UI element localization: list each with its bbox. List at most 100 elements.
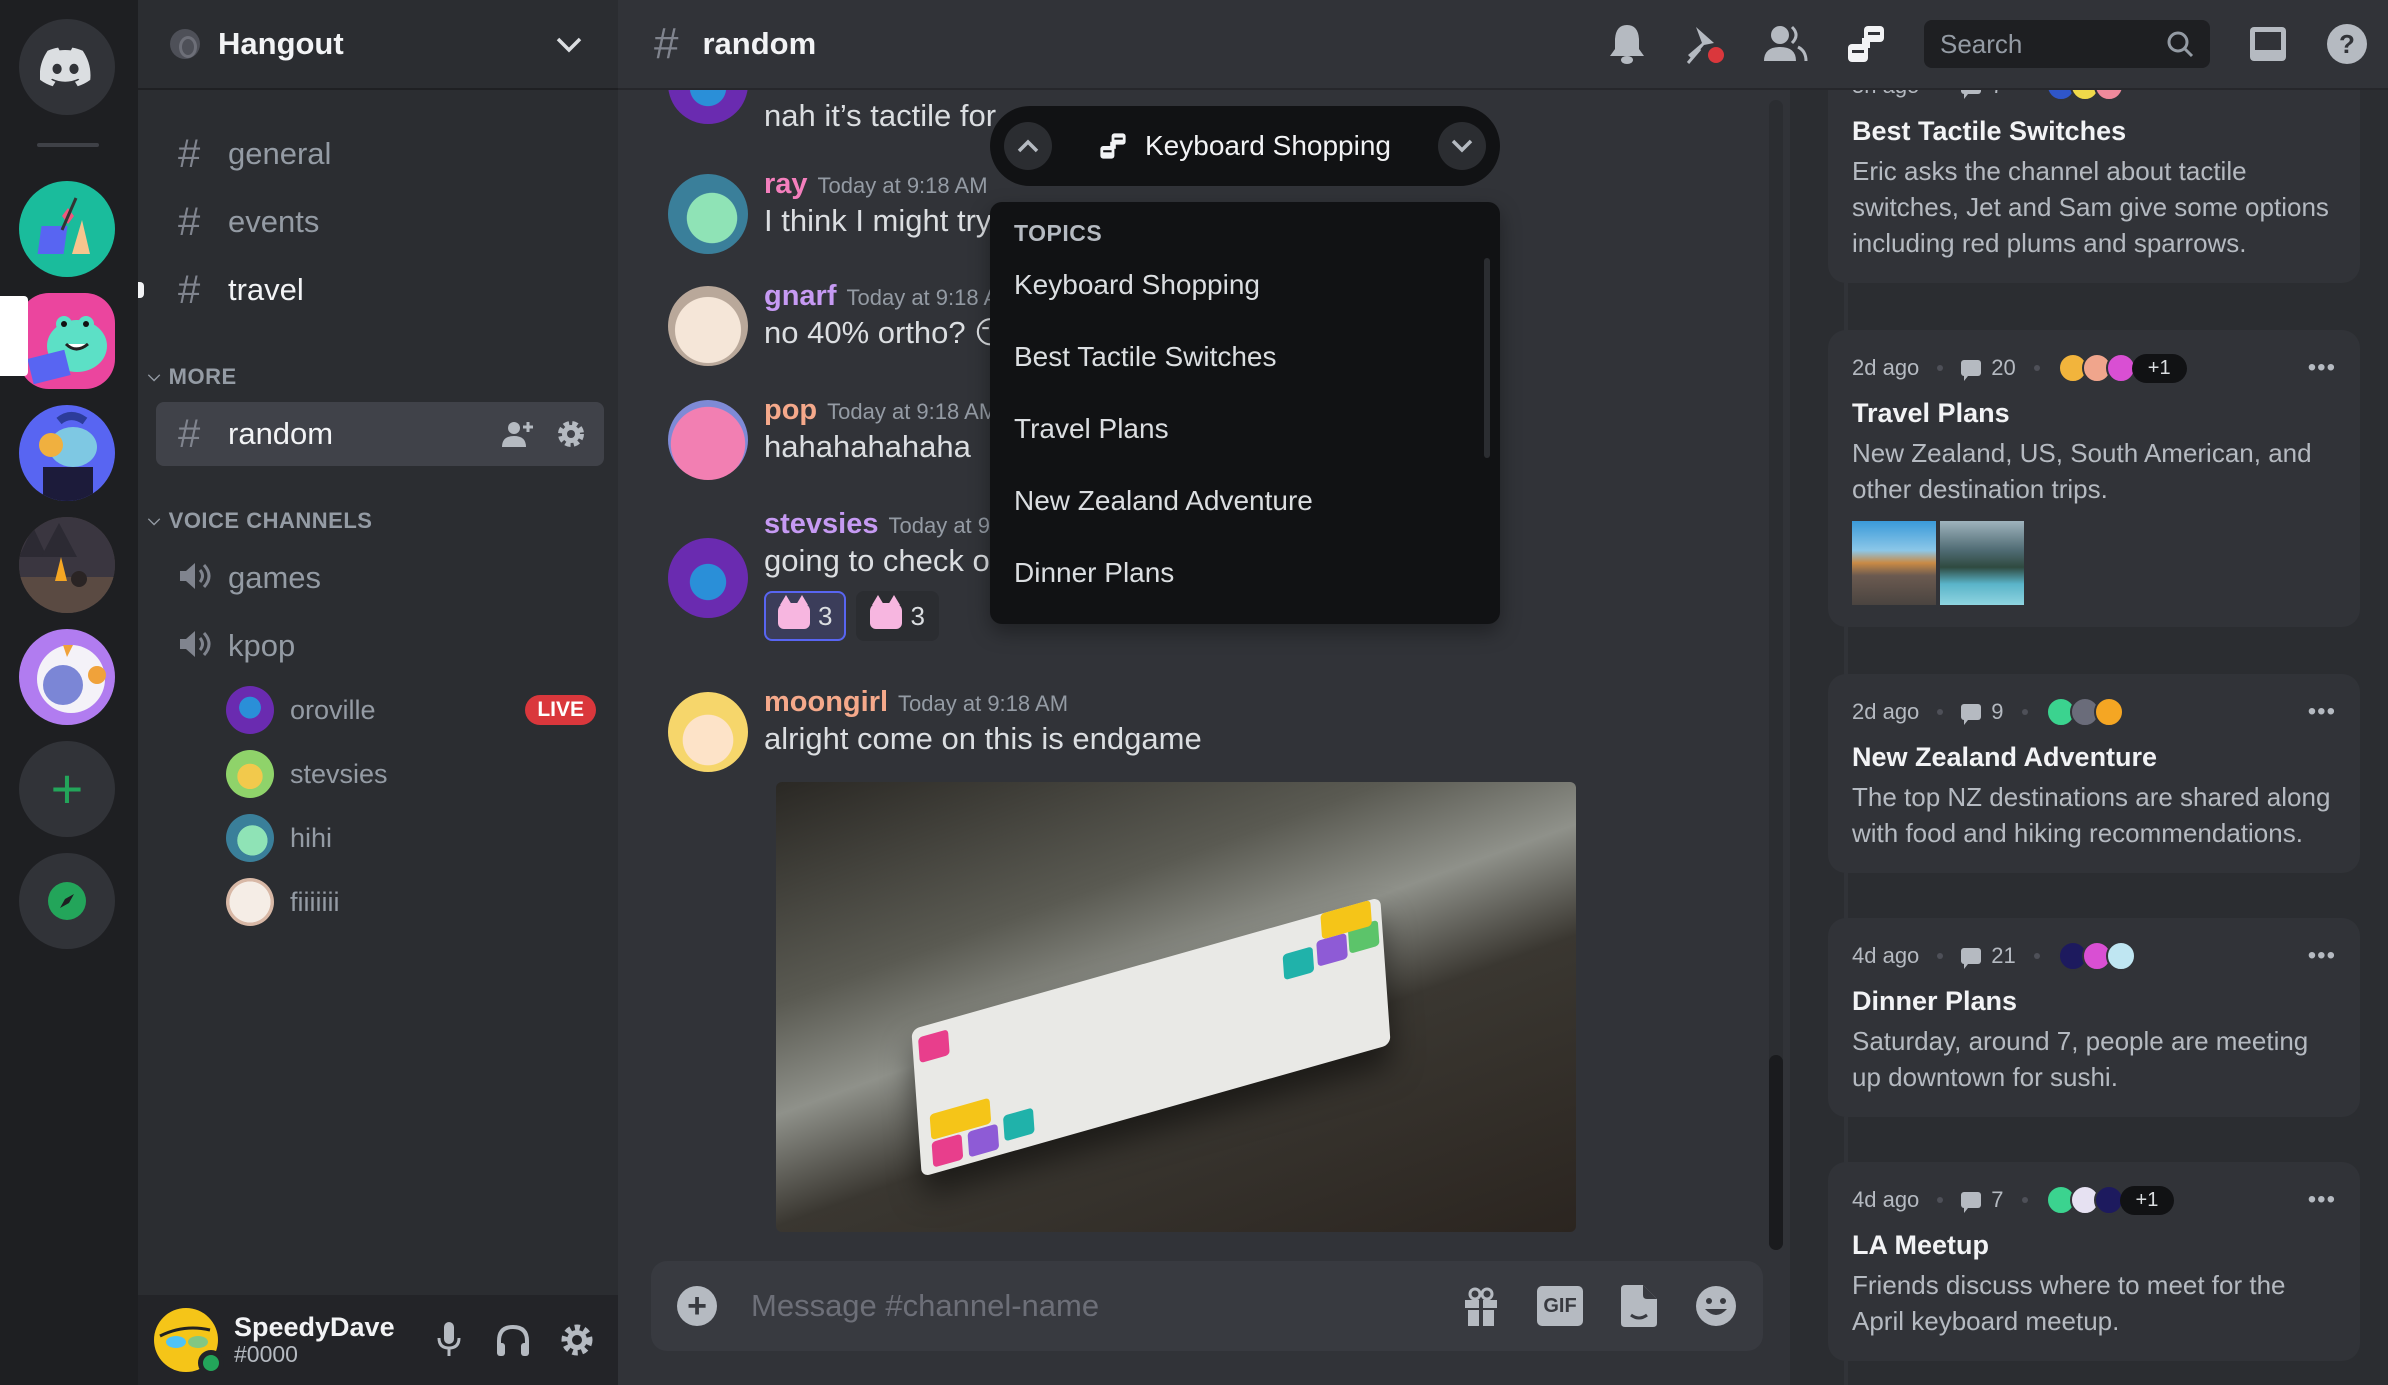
- message-author[interactable]: stevsies: [764, 508, 879, 540]
- chevron-down-icon: [556, 28, 582, 60]
- deafen-button[interactable]: [488, 1315, 538, 1365]
- gift-icon[interactable]: [1461, 1286, 1501, 1326]
- avatar[interactable]: [668, 400, 748, 480]
- user-avatar[interactable]: [154, 1308, 224, 1376]
- server-icon-4[interactable]: [19, 517, 115, 613]
- user-settings-button[interactable]: [552, 1315, 602, 1365]
- upload-button[interactable]: +: [677, 1286, 717, 1326]
- voice-user[interactable]: hihi: [226, 810, 596, 866]
- text-channel-icon: #: [178, 199, 201, 244]
- avatar[interactable]: [668, 538, 748, 618]
- voice-channel-kpop[interactable]: kpop: [156, 614, 604, 678]
- threads-icon[interactable]: [1846, 24, 1886, 64]
- threads-icon: [1100, 133, 1126, 159]
- bell-icon[interactable]: [1608, 23, 1646, 65]
- category-more[interactable]: ⌵ MORE: [148, 364, 237, 390]
- reaction-count: 3: [818, 600, 833, 631]
- inbox-icon[interactable]: [2248, 25, 2288, 63]
- chat-scrollbar[interactable]: [1769, 100, 1783, 1250]
- voice-user[interactable]: fiiiiiii: [226, 874, 596, 930]
- live-badge: LIVE: [525, 695, 596, 725]
- message-image-attachment[interactable]: [776, 782, 1576, 1232]
- pin-icon[interactable]: [1684, 23, 1726, 65]
- avatar: [226, 750, 274, 798]
- topics-heading: TOPICS: [1014, 220, 1103, 246]
- gear-icon[interactable]: [556, 419, 586, 449]
- road-thumbnail[interactable]: [1852, 521, 1936, 605]
- avatar: [2093, 90, 2124, 101]
- channel-name: events: [228, 204, 320, 239]
- next-topic-button[interactable]: [1438, 122, 1486, 170]
- emoji-icon[interactable]: [1695, 1285, 1737, 1327]
- topic-item[interactable]: Travel Plans: [1014, 409, 1476, 481]
- channel-general[interactable]: # general: [156, 122, 604, 186]
- more-options-icon[interactable]: •••: [2308, 1186, 2336, 1214]
- reaction-button[interactable]: 3: [764, 591, 847, 641]
- voice-user[interactable]: stevsies: [226, 746, 596, 802]
- server-icon-1[interactable]: [19, 181, 115, 277]
- message-author[interactable]: moongirl: [764, 686, 888, 718]
- summary-age: 5h ago: [1852, 90, 1919, 99]
- server-name: Hangout: [218, 26, 344, 61]
- avatar[interactable]: [668, 174, 748, 254]
- voice-channel-games[interactable]: games: [156, 546, 604, 610]
- topic-item[interactable]: Best Tactile Switches: [1014, 337, 1476, 409]
- more-options-icon[interactable]: •••: [2308, 942, 2336, 970]
- server-icon-3[interactable]: [19, 405, 115, 501]
- channel-random[interactable]: # random: [156, 402, 604, 466]
- message-author[interactable]: ray: [764, 168, 808, 200]
- summary-card[interactable]: 4d ago 7 +1 ••• LA Meetup Friends discus…: [1828, 1162, 2360, 1361]
- search-placeholder: Search: [1940, 28, 2023, 59]
- channel-travel[interactable]: # travel: [156, 258, 604, 322]
- topic-item[interactable]: Dinner Plans: [1014, 553, 1476, 625]
- help-icon[interactable]: ?: [2326, 23, 2368, 65]
- mute-button[interactable]: [424, 1315, 474, 1365]
- message-count-icon: [1961, 704, 1982, 725]
- server-badge-icon: [170, 29, 200, 59]
- search-input[interactable]: Search: [1924, 20, 2210, 68]
- participant-avatars: [2045, 90, 2124, 101]
- microphone-icon: [437, 1322, 461, 1356]
- scrollbar-thumb[interactable]: [1769, 1055, 1783, 1250]
- server-header[interactable]: Hangout: [138, 0, 618, 90]
- chevron-down-icon: ⌵: [148, 512, 161, 529]
- channel-title: random: [702, 26, 817, 61]
- message-count-icon: [1961, 948, 1982, 969]
- home-button[interactable]: [19, 19, 115, 115]
- summary-card[interactable]: 2d ago 20 +1 ••• Travel Plans New Zealan…: [1828, 330, 2360, 627]
- more-options-icon[interactable]: •••: [2308, 90, 2336, 100]
- lake-thumbnail[interactable]: [1940, 521, 2024, 605]
- invite-member-icon[interactable]: [502, 420, 534, 448]
- more-options-icon[interactable]: •••: [2308, 354, 2336, 382]
- avatar[interactable]: [668, 692, 748, 772]
- text-channel-icon: #: [178, 131, 201, 176]
- topic-item[interactable]: New Zealand Adventure: [1014, 481, 1476, 553]
- gif-button[interactable]: GIF: [1537, 1286, 1583, 1326]
- channel-name: travel: [228, 272, 304, 307]
- summary-card[interactable]: 5h ago 7 ••• Best Tactile Switches Eric …: [1828, 90, 2360, 283]
- summary-card[interactable]: 4d ago 21 ••• Dinner Plans Saturday, aro…: [1828, 918, 2360, 1117]
- avatar: [2105, 941, 2136, 971]
- server-icon-5[interactable]: [19, 629, 115, 725]
- previous-topic-button[interactable]: [1004, 122, 1052, 170]
- topics-scrollbar[interactable]: [1484, 258, 1490, 458]
- message-author[interactable]: pop: [764, 394, 817, 426]
- members-icon[interactable]: [1764, 25, 1808, 63]
- more-options-icon[interactable]: •••: [2308, 698, 2336, 726]
- discord-app: + Hangout # general # events # travel ⌵ …: [0, 0, 2388, 1385]
- sticker-icon[interactable]: [1619, 1285, 1659, 1327]
- topic-item[interactable]: Keyboard Shopping: [1014, 265, 1476, 337]
- avatar[interactable]: [668, 286, 748, 366]
- summary-card[interactable]: 2d ago 9 ••• New Zealand Adventure The t…: [1828, 674, 2360, 873]
- server-icon-hangout[interactable]: [19, 293, 115, 389]
- plus-icon: +: [50, 757, 84, 820]
- voice-user[interactable]: oroville LIVE: [226, 682, 596, 738]
- message-input[interactable]: [751, 1288, 1461, 1324]
- reaction-button[interactable]: 3: [856, 591, 939, 641]
- add-server-button[interactable]: +: [19, 741, 115, 837]
- category-voice-channels[interactable]: ⌵ VOICE CHANNELS: [148, 508, 372, 534]
- channel-events[interactable]: # events: [156, 190, 604, 254]
- explore-servers-button[interactable]: [19, 853, 115, 949]
- summary-description: Saturday, around 7, people are meeting u…: [1852, 1026, 2309, 1092]
- message-author[interactable]: gnarf: [764, 280, 837, 312]
